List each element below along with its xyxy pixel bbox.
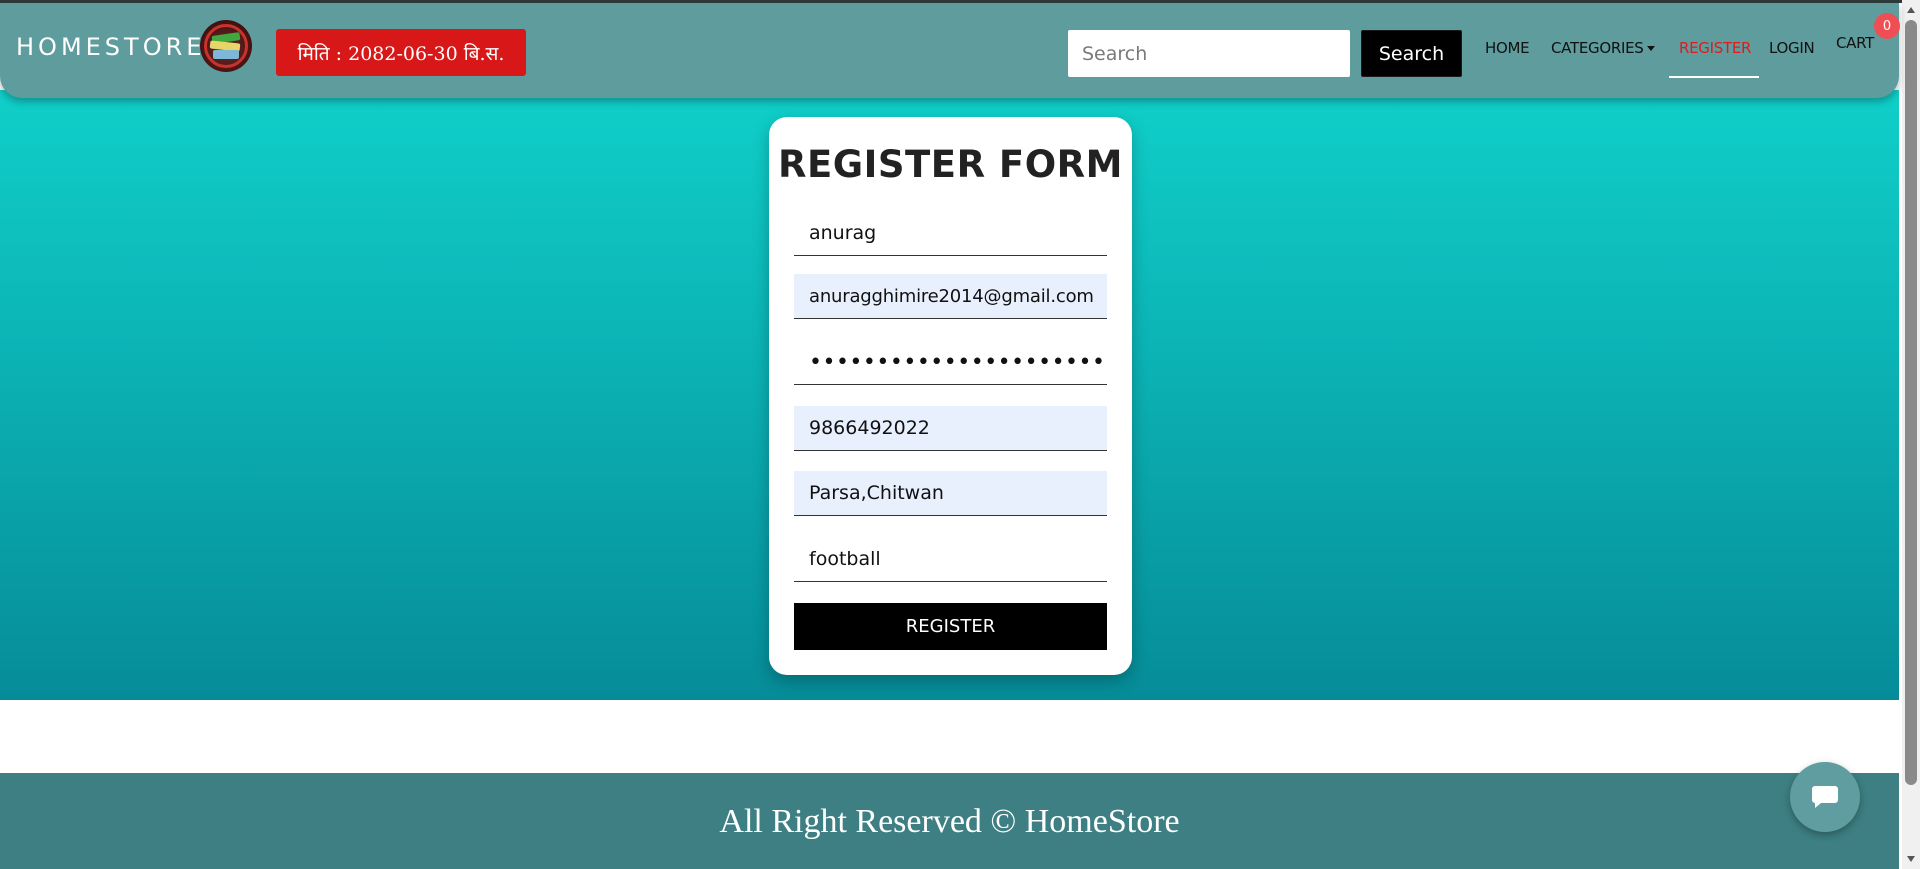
cart-count-badge: 0: [1874, 13, 1900, 39]
email-field[interactable]: [794, 274, 1107, 319]
date-badge: मिति : 2082-06-30 बि.स.: [276, 29, 526, 76]
nav-login-link[interactable]: LOGIN: [1769, 39, 1815, 57]
answer-field[interactable]: [794, 537, 1107, 582]
register-form-card: REGISTER FORM: [769, 117, 1132, 675]
footer-copyright: All Right Reserved © HomeStore: [719, 803, 1180, 840]
chat-bubble-icon[interactable]: [1790, 762, 1860, 832]
password-field[interactable]: [794, 340, 1107, 385]
nav-home-link[interactable]: HOME: [1485, 39, 1530, 57]
phone-field[interactable]: [794, 406, 1107, 451]
scrollbar-thumb[interactable]: [1905, 20, 1917, 785]
caret-down-icon: [1646, 46, 1655, 51]
nav-cart-link[interactable]: CART: [1836, 34, 1874, 52]
books-logo-icon[interactable]: [200, 20, 252, 72]
footer: All Right Reserved © HomeStore: [0, 773, 1899, 869]
name-field[interactable]: [794, 211, 1107, 256]
navbar: HOMESTORE मिति : 2082-06-30 बि.स. Search…: [0, 3, 1900, 98]
active-link-underline: [1669, 76, 1759, 78]
search-button[interactable]: Search: [1361, 30, 1462, 77]
nav-categories-label: CATEGORIES: [1551, 39, 1644, 57]
address-field[interactable]: [794, 471, 1107, 516]
form-title: REGISTER FORM: [778, 143, 1123, 186]
nav-register-link[interactable]: REGISTER: [1679, 39, 1751, 57]
scroll-down-arrow-icon[interactable]: [1905, 853, 1917, 865]
register-button[interactable]: REGISTER: [794, 603, 1107, 650]
scroll-up-arrow-icon[interactable]: [1905, 4, 1917, 16]
search-input[interactable]: [1068, 30, 1350, 77]
brand-link[interactable]: HOMESTORE: [16, 33, 205, 61]
nav-categories-dropdown[interactable]: CATEGORIES: [1551, 39, 1655, 57]
